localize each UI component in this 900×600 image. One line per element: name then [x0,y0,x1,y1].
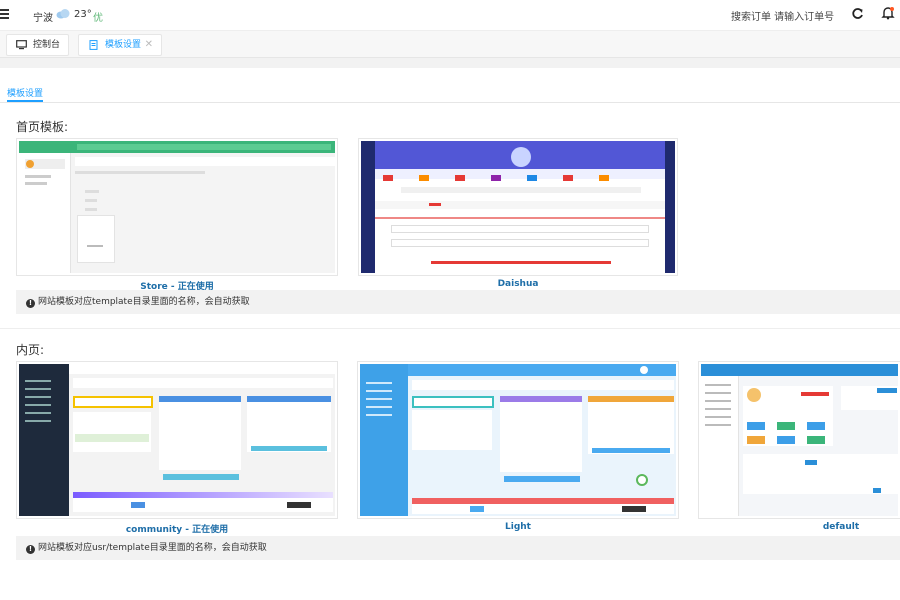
subtab-template-settings[interactable]: 模板设置 [7,86,43,99]
cloud-icon [56,9,70,19]
template-label-daishua: Daishua [497,279,539,289]
weather-temperature: 23° [74,9,92,20]
tab-console[interactable]: 控制台 [6,34,69,56]
community-thumbnail [19,364,335,516]
template-card-community[interactable] [16,361,338,519]
template-card-store[interactable] [16,138,338,276]
inner-template-notice: ! 网站模板对应usr/template目录里面的名称，会自动获取 [16,536,900,560]
notice-text: 网站模板对应template目录里面的名称，会自动获取 [38,297,250,307]
main-content: 模板设置 首页模板: Store - 正在使用 Daishua ! 网站模板对应… [0,58,900,600]
daishua-thumbnail [361,141,675,273]
template-card-daishua[interactable] [358,138,678,276]
template-label-default: default [822,522,860,532]
template-card-light[interactable] [357,361,679,519]
tab-template-settings[interactable]: 模板设置 ✕ [78,34,162,56]
info-icon: ! [26,545,35,554]
light-thumbnail [360,364,676,516]
default-thumbnail [701,364,898,516]
home-template-title: 首页模板: [16,120,69,134]
tab-label: 模板设置 [105,40,142,50]
template-card-default[interactable] [698,361,900,519]
subtab-divider [0,102,900,103]
template-label-light: Light [505,522,531,532]
close-icon[interactable]: ✕ [145,35,153,55]
template-label-community: community - 正在使用 [125,525,229,535]
air-quality: 优 [93,13,103,24]
section-divider [0,328,900,329]
inner-template-title: 内页: [16,343,45,357]
menu-toggle-icon[interactable] [0,9,9,19]
store-thumbnail [19,141,335,273]
tab-label: 控制台 [33,40,61,50]
info-icon: ! [26,299,35,308]
notification-dot [890,7,894,11]
home-template-notice: ! 网站模板对应template目录里面的名称，会自动获取 [16,290,900,314]
top-header: 宁波 23° 优 搜索订单 请输入订单号 [0,0,900,30]
document-icon [89,40,98,50]
order-search[interactable]: 搜索订单 请输入订单号 [731,8,834,23]
page-tabs-bar: 控制台 模板设置 ✕ [0,30,900,58]
notice-text: 网站模板对应usr/template目录里面的名称，会自动获取 [38,543,267,553]
refresh-icon[interactable] [851,7,864,20]
weather-city: 宁波 [33,13,53,24]
template-settings-panel: 模板设置 首页模板: Store - 正在使用 Daishua ! 网站模板对应… [0,68,900,600]
monitor-icon [16,40,27,50]
